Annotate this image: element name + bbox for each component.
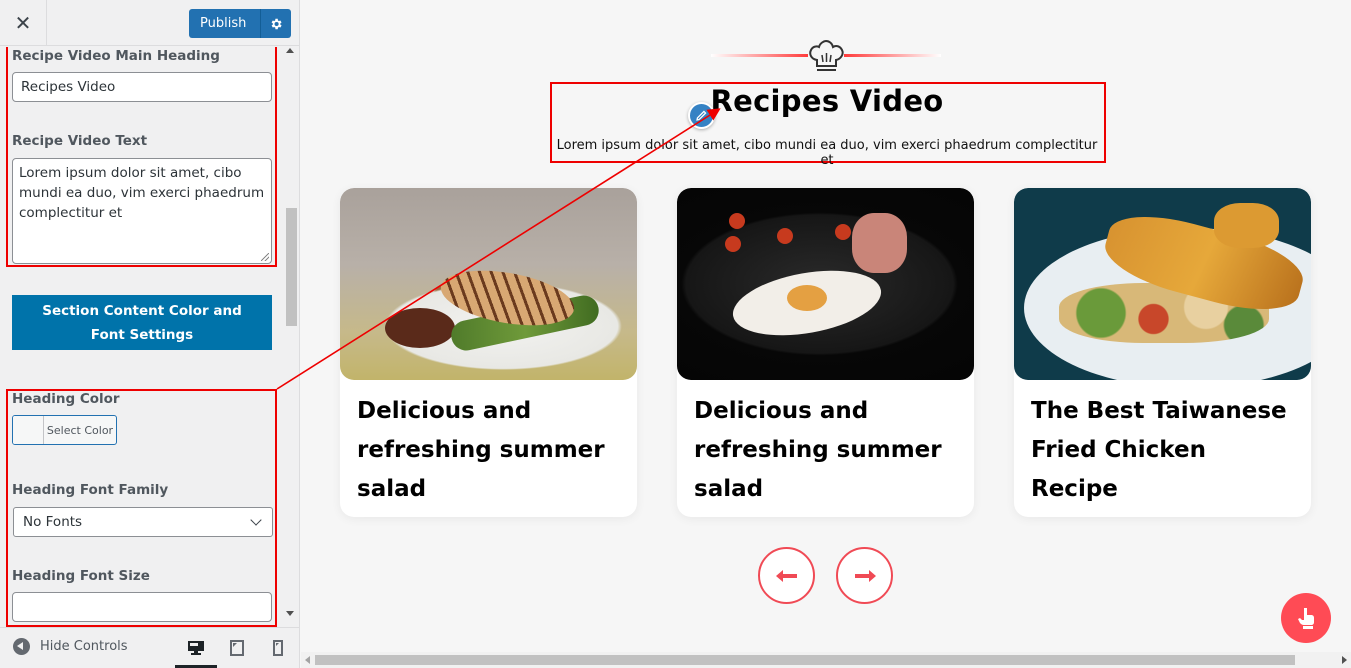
scroll-left-arrow[interactable] xyxy=(305,656,310,664)
main-heading-input[interactable]: Recipes Video xyxy=(12,72,272,102)
device-tablet-button[interactable] xyxy=(216,628,258,668)
customizer-sidebar: ✕ Publish Recipe Video Main Heading Reci… xyxy=(0,0,300,668)
video-text-value: Lorem ipsum dolor sit amet, cibo mundi e… xyxy=(19,165,265,221)
scroll-down-arrow[interactable] xyxy=(286,611,294,616)
section-content-settings-button[interactable]: Section Content Color and Font Settings xyxy=(12,295,272,350)
close-button[interactable]: ✕ xyxy=(0,0,47,46)
recipe-card-title[interactable]: Delicious and refreshing summer salad xyxy=(677,380,974,517)
publish-settings-button[interactable] xyxy=(261,9,291,38)
floating-action-button[interactable] xyxy=(1281,593,1331,643)
recipe-card-image xyxy=(340,188,637,380)
hand-pointer-icon xyxy=(1298,608,1314,629)
arrow-left-icon xyxy=(775,569,797,582)
scroll-up-arrow[interactable] xyxy=(286,48,294,53)
recipe-card-title[interactable]: Delicious and refreshing summer salad xyxy=(340,380,637,517)
publish-group: Publish xyxy=(189,9,292,38)
sidebar-controls-panel: Recipe Video Main Heading Recipes Video … xyxy=(0,47,299,627)
gear-icon xyxy=(271,18,282,29)
section-divider xyxy=(711,40,941,72)
divider-line-left xyxy=(711,54,808,57)
main-heading-value: Recipes Video xyxy=(21,79,116,95)
heading-font-family-label: Heading Font Family xyxy=(12,482,169,498)
divider-line-right xyxy=(844,54,941,57)
sidebar-header: ✕ Publish xyxy=(0,0,299,46)
site-preview: Recipes Video Lorem ipsum dolor sit amet… xyxy=(301,0,1351,668)
heading-font-size-label: Heading Font Size xyxy=(12,568,150,584)
color-swatch xyxy=(13,416,44,444)
horizontal-scrollbar-thumb[interactable] xyxy=(315,655,1295,665)
recipe-card-image xyxy=(1014,188,1311,380)
heading-font-size-input[interactable] xyxy=(12,592,272,622)
sidebar-scrollbar-thumb[interactable] xyxy=(286,208,297,326)
collapse-arrow-icon xyxy=(13,638,30,655)
desktop-icon xyxy=(188,641,204,655)
video-text-label: Recipe Video Text xyxy=(12,133,148,149)
recipe-card[interactable]: Delicious and refreshing summer salad xyxy=(340,188,637,517)
publish-button[interactable]: Publish xyxy=(189,9,262,38)
recipe-card[interactable]: Delicious and refreshing summer salad xyxy=(677,188,974,517)
heading-color-label: Heading Color xyxy=(12,391,120,407)
recipe-card-image xyxy=(677,188,974,380)
arrow-right-icon xyxy=(854,569,876,582)
section-title: Recipes Video xyxy=(710,84,944,118)
close-icon: ✕ xyxy=(14,11,32,35)
sidebar-footer: Hide Controls xyxy=(0,627,299,668)
recipe-card[interactable]: The Best Taiwanese Fried Chicken Recipe xyxy=(1014,188,1311,517)
select-color-label: Select Color xyxy=(46,423,114,437)
heading-color-picker[interactable]: Select Color xyxy=(12,415,117,445)
recipe-card-title[interactable]: The Best Taiwanese Fried Chicken Recipe xyxy=(1014,380,1311,517)
hide-controls-button[interactable]: Hide Controls xyxy=(13,638,128,655)
device-mobile-button[interactable] xyxy=(257,628,299,668)
mobile-icon xyxy=(273,640,283,656)
hide-controls-label: Hide Controls xyxy=(40,639,128,654)
edit-shortcut-button[interactable] xyxy=(688,102,715,129)
scroll-right-arrow[interactable] xyxy=(1342,656,1347,664)
heading-font-family-select[interactable]: No Fonts xyxy=(13,507,273,537)
video-text-textarea[interactable]: Lorem ipsum dolor sit amet, cibo mundi e… xyxy=(12,158,272,264)
horizontal-scrollbar[interactable] xyxy=(301,652,1351,668)
pencil-icon xyxy=(696,110,707,121)
carousel-prev-button[interactable] xyxy=(758,547,815,604)
heading-font-family-value: No Fonts xyxy=(23,514,83,530)
main-heading-label: Recipe Video Main Heading xyxy=(12,48,220,64)
device-desktop-button[interactable] xyxy=(175,628,217,668)
section-content-settings-label: Section Content Color and Font Settings xyxy=(42,302,242,343)
section-text: Lorem ipsum dolor sit amet, cibo mundi e… xyxy=(556,138,1098,168)
chevron-down-icon xyxy=(250,514,262,526)
chef-hat-icon xyxy=(809,40,844,71)
tablet-icon xyxy=(230,640,244,656)
resize-handle[interactable] xyxy=(261,253,269,261)
carousel-next-button[interactable] xyxy=(836,547,893,604)
